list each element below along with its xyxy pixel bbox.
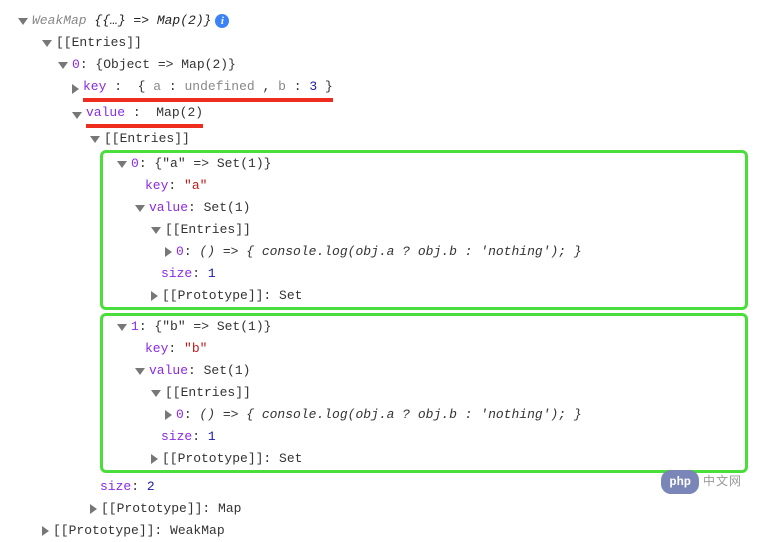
chevron-down-icon[interactable]	[151, 227, 161, 234]
map-entries[interactable]: [[Entries]]	[0, 128, 758, 150]
root-prototype[interactable]: [[Prototype]] : WeakMap	[0, 520, 758, 542]
chevron-down-icon[interactable]	[117, 324, 127, 331]
map-size: size : 2	[0, 476, 758, 498]
size-label: size	[161, 426, 192, 448]
chevron-right-icon[interactable]	[151, 291, 158, 301]
root-preview: {{…} => Map(2)}	[94, 10, 211, 32]
chevron-down-icon[interactable]	[72, 112, 82, 119]
chevron-down-icon[interactable]	[58, 62, 68, 69]
prototype-value: WeakMap	[170, 520, 225, 542]
internal-slot-label: [[Prototype]]	[162, 448, 263, 470]
set-entries[interactable]: [[Entries]]	[103, 382, 745, 404]
size-value: 1	[208, 426, 216, 448]
chevron-right-icon[interactable]	[151, 454, 158, 464]
highlight-box-b: 1 : {"b" => Set(1)} key : "b" value : Se…	[100, 313, 748, 473]
entry-index: 0	[176, 241, 184, 263]
internal-slot-label: [[Prototype]]	[53, 520, 154, 542]
key-label: key	[145, 338, 168, 360]
map-entry-1-value[interactable]: value : Set(1)	[103, 360, 745, 382]
chevron-down-icon[interactable]	[42, 40, 52, 47]
watermark-badge: php	[661, 470, 699, 494]
prototype-value: Map	[218, 498, 241, 520]
chevron-down-icon[interactable]	[151, 390, 161, 397]
size-value: 1	[208, 263, 216, 285]
chevron-right-icon[interactable]	[72, 84, 79, 94]
set-entries[interactable]: [[Entries]]	[103, 219, 745, 241]
function-source: () => { console.log(obj.a ? obj.b : 'not…	[199, 241, 581, 263]
set-entry-0[interactable]: 0 : () => { console.log(obj.a ? obj.b : …	[103, 404, 745, 426]
internal-slot-label: [[Prototype]]	[162, 285, 263, 307]
prototype-value: Set	[279, 448, 302, 470]
info-icon[interactable]: i	[215, 14, 229, 28]
chevron-down-icon[interactable]	[135, 205, 145, 212]
internal-slot-label: [[Entries]]	[165, 382, 251, 404]
key-value: "b"	[184, 338, 207, 360]
key-a-name: a	[153, 79, 161, 94]
set-entry-0[interactable]: 0 : () => { console.log(obj.a ? obj.b : …	[103, 241, 745, 263]
map-entry-1[interactable]: 1 : {"b" => Set(1)}	[103, 316, 745, 338]
set-prototype[interactable]: [[Prototype]] : Set	[103, 448, 745, 470]
brace-open: {	[138, 79, 146, 94]
root-type: WeakMap	[32, 10, 87, 32]
key-b-value: 3	[309, 79, 317, 94]
size-label: size	[161, 263, 192, 285]
key-label: key	[145, 175, 168, 197]
key-a-value: undefined	[185, 79, 255, 94]
entry-0-key[interactable]: key : { a : undefined , b : 3 }	[0, 76, 758, 102]
size-value: 2	[147, 476, 155, 498]
map-prototype[interactable]: [[Prototype]] : Map	[0, 498, 758, 520]
chevron-down-icon[interactable]	[18, 18, 28, 25]
internal-slot-label: [[Entries]]	[56, 32, 142, 54]
internal-slot-label: [[Prototype]]	[101, 498, 202, 520]
value-preview: Map(2)	[156, 105, 203, 120]
map-entry-0-key: key : "a"	[103, 175, 745, 197]
highlight-box-a: 0 : {"a" => Set(1)} key : "a" value : Se…	[100, 150, 748, 310]
entry-preview: {"b" => Set(1)}	[154, 316, 271, 338]
entry-0[interactable]: 0 : {Object => Map(2)}	[0, 54, 758, 76]
chevron-down-icon[interactable]	[135, 368, 145, 375]
colon: :	[169, 79, 185, 94]
entry-index: 0	[176, 404, 184, 426]
key-label: key	[83, 79, 106, 94]
entries[interactable]: [[Entries]]	[0, 32, 758, 54]
entry-0-value[interactable]: value : Map(2)	[0, 102, 758, 128]
chevron-down-icon[interactable]	[117, 161, 127, 168]
entry-preview: {Object => Map(2)}	[95, 54, 235, 76]
chevron-right-icon[interactable]	[165, 247, 172, 257]
map-entry-1-key: key : "b"	[103, 338, 745, 360]
chevron-right-icon[interactable]	[90, 504, 97, 514]
value-preview: Set(1)	[204, 197, 251, 219]
map-entry-0-value[interactable]: value : Set(1)	[103, 197, 745, 219]
root-summary[interactable]: WeakMap {{…} => Map(2)} i	[0, 10, 758, 32]
set-prototype[interactable]: [[Prototype]] : Set	[103, 285, 745, 307]
set-size: size : 1	[103, 263, 745, 285]
prototype-value: Set	[279, 285, 302, 307]
key-b-name: b	[278, 79, 286, 94]
entry-index: 0	[131, 153, 139, 175]
entry-index: 0	[72, 54, 80, 76]
value-preview: Set(1)	[204, 360, 251, 382]
set-size: size : 1	[103, 426, 745, 448]
entry-preview: {"a" => Set(1)}	[154, 153, 271, 175]
internal-slot-label: [[Entries]]	[165, 219, 251, 241]
colon: :	[294, 79, 310, 94]
watermark-text: 中文网	[703, 471, 742, 493]
watermark: php 中文网	[661, 470, 742, 494]
internal-slot-label: [[Entries]]	[104, 128, 190, 150]
map-entry-0[interactable]: 0 : {"a" => Set(1)}	[103, 153, 745, 175]
function-source: () => { console.log(obj.a ? obj.b : 'not…	[199, 404, 581, 426]
key-value: "a"	[184, 175, 207, 197]
brace-close: }	[325, 79, 333, 94]
value-label: value	[149, 360, 188, 382]
value-label: value	[149, 197, 188, 219]
size-label: size	[100, 476, 131, 498]
value-label: value	[86, 105, 125, 120]
entry-index: 1	[131, 316, 139, 338]
chevron-right-icon[interactable]	[165, 410, 172, 420]
chevron-down-icon[interactable]	[90, 136, 100, 143]
comma: ,	[263, 79, 279, 94]
